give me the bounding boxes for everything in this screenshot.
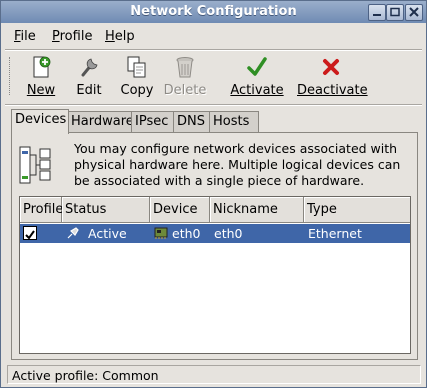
network-configuration-window: Network Configuration File Profile Help …: [0, 0, 427, 388]
copy-icon: [127, 56, 146, 78]
minimize-button[interactable]: [368, 4, 386, 21]
toolbar: New Edit Copy Delete Activate Deactivate: [1, 51, 426, 103]
profile-cell: [20, 224, 62, 243]
minimize-icon: [373, 14, 381, 16]
column-profile[interactable]: Profile: [20, 197, 63, 223]
devices-description: You may configure network devices associ…: [74, 141, 401, 188]
column-status[interactable]: Status: [62, 197, 150, 223]
wrench-icon: [81, 58, 98, 77]
deactivate-label: Deactivate: [297, 83, 368, 98]
type-cell: Ethernet: [308, 226, 362, 241]
new-button[interactable]: New: [25, 55, 57, 99]
network-devices-icon: [19, 146, 51, 184]
device-text: eth0: [172, 226, 201, 241]
profile-checkbox[interactable]: [23, 226, 37, 240]
tab-hosts[interactable]: Hosts: [209, 111, 259, 132]
column-nickname[interactable]: Nickname: [210, 197, 304, 223]
column-device[interactable]: Device: [150, 197, 210, 223]
close-button[interactable]: [405, 4, 423, 21]
copy-button[interactable]: Copy: [119, 55, 155, 99]
toolbar-grip[interactable]: [9, 57, 13, 95]
status-cell: Active: [66, 224, 150, 243]
device-list[interactable]: Profile Status Device Nickname Type Acti…: [19, 196, 411, 354]
menu-profile[interactable]: Profile: [52, 29, 92, 44]
nickname-cell: eth0: [214, 226, 243, 241]
checkmark-icon: [25, 230, 35, 240]
tab-hardware[interactable]: Hardware: [67, 111, 137, 132]
device-cell: eth0: [154, 224, 210, 243]
copy-label: Copy: [120, 83, 154, 98]
activate-label: Activate: [230, 83, 284, 98]
network-card-icon: [154, 227, 168, 239]
window-title: Network Configuration: [130, 4, 297, 19]
status-text: Active: [88, 226, 127, 241]
new-label: New: [26, 83, 56, 98]
edit-button[interactable]: Edit: [73, 55, 105, 99]
toolbar-separator: [5, 104, 422, 106]
delete-button[interactable]: Delete: [163, 55, 207, 99]
menu-file[interactable]: File: [14, 29, 36, 44]
maximize-button[interactable]: [386, 4, 404, 21]
active-plug-icon: [67, 227, 79, 239]
table-row[interactable]: Active eth0 eth0 Ethernet: [20, 224, 410, 243]
edit-label: Edit: [76, 83, 102, 98]
activate-button[interactable]: Activate: [229, 55, 285, 99]
menu-help[interactable]: Help: [105, 29, 135, 44]
checkmark-icon: [247, 57, 267, 76]
close-icon: [409, 7, 419, 17]
tab-devices[interactable]: Devices: [11, 109, 69, 134]
title-bar[interactable]: Network Configuration: [1, 1, 426, 23]
new-document-icon: [33, 56, 51, 78]
column-type[interactable]: Type: [304, 197, 410, 223]
menu-bar: File Profile Help: [1, 25, 426, 47]
tab-ipsec[interactable]: IPsec: [131, 111, 179, 132]
maximize-icon: [390, 7, 400, 17]
delete-label: Delete: [163, 83, 207, 98]
x-icon: [323, 59, 339, 75]
trash-icon: [176, 57, 194, 78]
devices-panel: You may configure network devices associ…: [11, 132, 418, 360]
deactivate-button[interactable]: Deactivate: [297, 55, 368, 99]
status-bar: Active profile: Common: [7, 365, 421, 384]
